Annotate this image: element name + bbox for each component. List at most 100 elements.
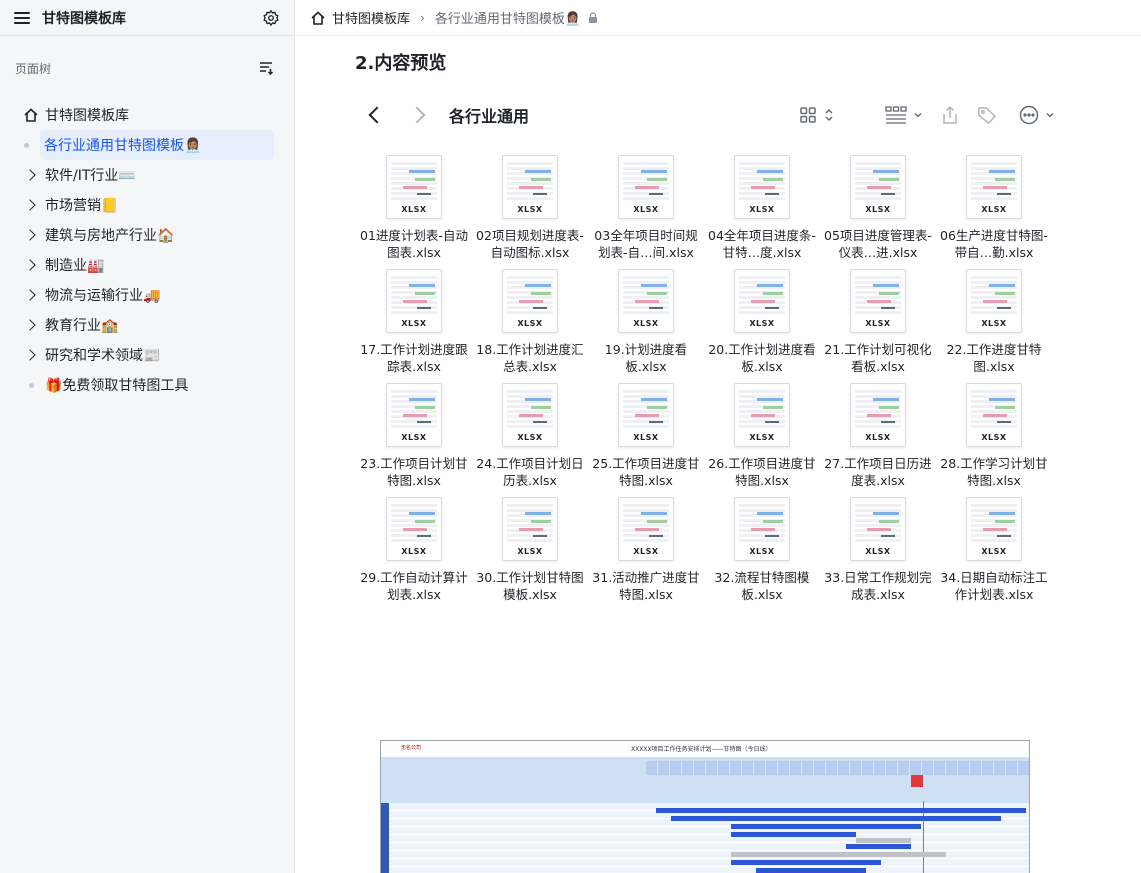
tree-item-label: 市场营销📒 xyxy=(45,198,119,214)
chevron-right-icon[interactable] xyxy=(23,229,36,241)
tree-item-label: 🎁免费领取甘特图工具 xyxy=(45,378,189,394)
app-window: 甘特图模板库 页面树 甘特图模板库 各行业通用甘特图模板👩🏽‍💼 xyxy=(0,0,1141,873)
share-button[interactable] xyxy=(941,105,959,125)
file-ext-label: XLSX xyxy=(633,547,659,556)
file-name: 21.工作计划可视化看板.xlsx xyxy=(824,342,932,374)
tree-item-education[interactable]: 教育行业🏫 xyxy=(22,310,274,340)
tree-item-root[interactable]: 甘特图模板库 xyxy=(22,100,274,130)
chevron-right-icon[interactable] xyxy=(23,259,36,271)
chevron-right-icon[interactable] xyxy=(23,319,36,331)
file-ext-label: XLSX xyxy=(633,205,659,214)
page-tree-label: 页面树 xyxy=(15,61,52,76)
file-item[interactable]: XLSX 18.工作计划进度汇总表.xlsx xyxy=(472,269,588,375)
layout-grid-icon xyxy=(885,106,907,124)
tree-item-logistics[interactable]: 物流与运输行业🚚 xyxy=(22,280,274,310)
file-ext-label: XLSX xyxy=(981,319,1007,328)
tree-item-free-tool[interactable]: 🎁免费领取甘特图工具 xyxy=(22,370,274,400)
file-item[interactable]: XLSX 03全年项目时间规划表-自…间.xlsx xyxy=(588,155,704,261)
xlsx-file-icon: XLSX xyxy=(618,497,674,561)
file-item[interactable]: XLSX 32.流程甘特图模板.xlsx xyxy=(704,497,820,603)
file-item[interactable]: XLSX 04全年项目进度条-甘特…度.xlsx xyxy=(704,155,820,261)
file-name: 25.工作项目进度甘特图.xlsx xyxy=(592,456,700,488)
more-button[interactable] xyxy=(1019,105,1055,125)
xlsx-file-icon: XLSX xyxy=(850,155,906,219)
tree-item-research[interactable]: 研究和学术领域📰 xyxy=(22,340,274,370)
tree-item-label: 教育行业🏫 xyxy=(45,318,119,334)
tree-item-manufacturing[interactable]: 制造业🏭 xyxy=(22,250,274,280)
file-name: 26.工作项目进度甘特图.xlsx xyxy=(708,456,816,488)
xlsx-file-icon: XLSX xyxy=(386,269,442,333)
xlsx-file-icon: XLSX xyxy=(734,269,790,333)
chevron-right-icon[interactable] xyxy=(23,199,36,211)
file-item[interactable]: XLSX 26.工作项目进度甘特图.xlsx xyxy=(704,383,820,489)
gantt-preview-image[interactable]: 无名公司 XXXXX项目工作任务安排计划——甘特图（今日线） xyxy=(380,740,1030,873)
xlsx-file-icon: XLSX xyxy=(734,155,790,219)
breadcrumb-separator: › xyxy=(420,10,425,25)
back-arrow-icon[interactable] xyxy=(368,106,386,124)
file-item[interactable]: XLSX 28.工作学习计划甘特图.xlsx xyxy=(936,383,1052,489)
xlsx-file-icon: XLSX xyxy=(386,497,442,561)
xlsx-file-icon: XLSX xyxy=(502,269,558,333)
home-icon[interactable] xyxy=(310,10,326,26)
file-item[interactable]: XLSX 17.工作计划进度跟踪表.xlsx xyxy=(356,269,472,375)
file-name: 34.日期自动标注工作计划表.xlsx xyxy=(940,570,1048,602)
file-item[interactable]: XLSX 29.工作自动计算计划表.xlsx xyxy=(356,497,472,603)
chevron-right-icon[interactable] xyxy=(23,349,36,361)
file-item[interactable]: XLSX 19.计划进度看板.xlsx xyxy=(588,269,704,375)
file-item[interactable]: XLSX 05项目进度管理表-仪表…进.xlsx xyxy=(820,155,936,261)
file-item[interactable]: XLSX 06生产进度甘特图-带自…勤.xlsx xyxy=(936,155,1052,261)
xlsx-file-icon: XLSX xyxy=(966,155,1022,219)
forward-arrow-icon[interactable] xyxy=(408,106,426,124)
file-name: 19.计划进度看板.xlsx xyxy=(604,342,688,374)
file-item[interactable]: XLSX 27.工作项目日历进度表.xlsx xyxy=(820,383,936,489)
file-name: 29.工作自动计算计划表.xlsx xyxy=(360,570,468,602)
tree-item-label: 研究和学术领域📰 xyxy=(45,348,161,364)
file-item[interactable]: XLSX 23.工作项目计划甘特图.xlsx xyxy=(356,383,472,489)
tree-item-label: 各行业通用甘特图模板👩🏽‍💼 xyxy=(44,138,202,154)
file-item[interactable]: XLSX 31.活动推广进度甘特图.xlsx xyxy=(588,497,704,603)
tree-item-software[interactable]: 软件/IT行业⌨️ xyxy=(22,160,274,190)
tree-item-marketing[interactable]: 市场营销📒 xyxy=(22,190,274,220)
bullet-dot-icon xyxy=(28,382,34,388)
file-item[interactable]: XLSX 24.工作项目计划日历表.xlsx xyxy=(472,383,588,489)
file-name: 31.活动推广进度甘特图.xlsx xyxy=(592,570,700,602)
page-tree: 甘特图模板库 各行业通用甘特图模板👩🏽‍💼 软件/IT行业⌨️ 市场营销📒 建筑… xyxy=(0,100,294,400)
file-ext-label: XLSX xyxy=(401,433,427,442)
tree-item-construction[interactable]: 建筑与房地产行业🏠 xyxy=(22,220,274,250)
file-item[interactable]: XLSX 20.工作计划进度看板.xlsx xyxy=(704,269,820,375)
file-ext-label: XLSX xyxy=(749,319,775,328)
file-ext-label: XLSX xyxy=(517,433,543,442)
file-item[interactable]: XLSX 25.工作项目进度甘特图.xlsx xyxy=(588,383,704,489)
file-name: 06生产进度甘特图-带自…勤.xlsx xyxy=(940,228,1048,260)
file-item[interactable]: XLSX 22.工作进度甘特图.xlsx xyxy=(936,269,1052,375)
view-toggle-button[interactable] xyxy=(799,106,835,124)
tag-button[interactable] xyxy=(977,105,997,125)
xlsx-file-icon: XLSX xyxy=(966,269,1022,333)
file-name: 02项目规划进度表-自动图标.xlsx xyxy=(476,228,584,260)
file-item[interactable]: XLSX 02项目规划进度表-自动图标.xlsx xyxy=(472,155,588,261)
sort-icon[interactable] xyxy=(258,60,274,76)
xlsx-file-icon: XLSX xyxy=(966,383,1022,447)
xlsx-file-icon: XLSX xyxy=(734,383,790,447)
breadcrumb-root[interactable]: 甘特图模板库 xyxy=(332,8,410,27)
file-name: 30.工作计划甘特图模板.xlsx xyxy=(476,570,584,602)
chevron-right-icon[interactable] xyxy=(23,289,36,301)
file-item[interactable]: XLSX 33.日常工作规划完成表.xlsx xyxy=(820,497,936,603)
file-item[interactable]: XLSX 01进度计划表-自动图表.xlsx xyxy=(356,155,472,261)
tree-item-label: 物流与运输行业🚚 xyxy=(45,288,161,304)
layout-button[interactable] xyxy=(885,106,923,124)
chevron-right-icon[interactable] xyxy=(23,169,36,181)
bullet-dot-icon xyxy=(23,142,29,148)
gear-icon[interactable] xyxy=(262,9,280,27)
file-item[interactable]: XLSX 30.工作计划甘特图模板.xlsx xyxy=(472,497,588,603)
file-name: 23.工作项目计划甘特图.xlsx xyxy=(360,456,468,488)
preview-corner-text: 无名公司 xyxy=(401,745,422,751)
file-item[interactable]: XLSX 21.工作计划可视化看板.xlsx xyxy=(820,269,936,375)
menu-icon[interactable] xyxy=(14,10,30,26)
xlsx-file-icon: XLSX xyxy=(618,269,674,333)
file-item[interactable]: XLSX 34.日期自动标注工作计划表.xlsx xyxy=(936,497,1052,603)
file-ext-label: XLSX xyxy=(865,547,891,556)
file-name: 05项目进度管理表-仪表…进.xlsx xyxy=(824,228,932,260)
tree-item-active[interactable]: 各行业通用甘特图模板👩🏽‍💼 xyxy=(23,130,274,160)
file-ext-label: XLSX xyxy=(865,319,891,328)
